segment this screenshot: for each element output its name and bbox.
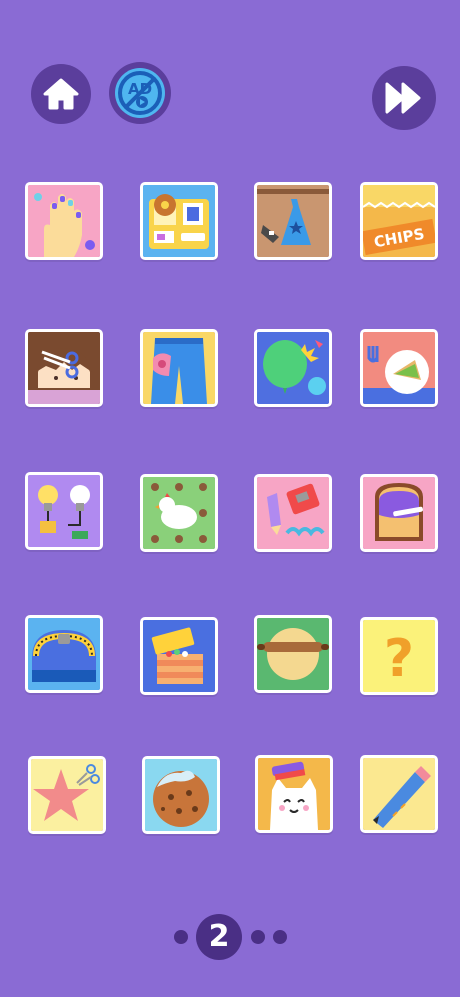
chicken-icon: [143, 477, 215, 549]
current-page: 2: [196, 914, 242, 960]
question-mark: ?: [384, 629, 414, 689]
game-tile-star-cutout[interactable]: [28, 756, 106, 834]
game-tile-treasure-box[interactable]: [140, 617, 218, 695]
no-ads-text: AD: [128, 80, 152, 98]
skip-button[interactable]: [372, 66, 436, 130]
game-tile-hair-cut[interactable]: [25, 329, 103, 407]
rolling-pin-icon: [257, 618, 329, 690]
game-tile-mystery[interactable]: ?: [360, 617, 438, 695]
game-tile-dough-roll[interactable]: [254, 615, 332, 693]
light-bulb-icon: [28, 475, 100, 547]
game-tile-zipper-bag[interactable]: [25, 615, 103, 693]
chips-icon: CHIPS: [363, 185, 435, 257]
game-tile-jeans-patch[interactable]: [140, 329, 218, 407]
game-tile-nail-painting[interactable]: [25, 182, 103, 260]
game-tile-cat-grooming[interactable]: [255, 755, 333, 833]
toast-icon: [363, 477, 435, 549]
painted-hand-icon: [28, 185, 100, 257]
game-tile-light-bulbs[interactable]: [25, 472, 103, 550]
game-tile-balloon-pop[interactable]: [254, 329, 332, 407]
game-tile-lunch-box[interactable]: [140, 182, 218, 260]
cat-brush-icon: [258, 758, 330, 830]
sharpener-icon: [257, 477, 329, 549]
scissors-hair-icon: [28, 332, 100, 404]
no-ads-icon: AD: [115, 68, 165, 118]
blue-dress-icon: [257, 185, 329, 257]
star-scissors-icon: [31, 759, 103, 831]
page-dot-3[interactable]: [251, 930, 265, 944]
jeans-icon: [143, 332, 215, 404]
home-icon: [43, 78, 79, 110]
game-tile-pencil-sharpener[interactable]: [254, 474, 332, 552]
fast-forward-icon: [385, 82, 421, 114]
game-tile-pen-drawing[interactable]: [360, 755, 438, 833]
game-tile-sandwich-plate[interactable]: [360, 329, 438, 407]
zipper-icon: [28, 618, 100, 690]
game-tile-jam-toast[interactable]: [360, 474, 438, 552]
pen-icon: [363, 758, 435, 830]
home-button[interactable]: [31, 64, 91, 124]
box-icon: [143, 620, 215, 692]
cookie-icon: [145, 759, 217, 831]
page-dot-4[interactable]: [273, 930, 287, 944]
page-indicator: 2: [0, 914, 460, 960]
no-ads-button[interactable]: AD: [109, 62, 171, 124]
sandwich-icon: [363, 332, 435, 404]
balloon-icon: [257, 332, 329, 404]
game-tile-chips-bag[interactable]: CHIPS: [360, 182, 438, 260]
lunch-tray-icon: [143, 185, 215, 257]
game-tile-cookie[interactable]: [142, 756, 220, 834]
game-tile-dress-hanger[interactable]: [254, 182, 332, 260]
question-icon: ?: [363, 620, 435, 692]
game-tile-chicken[interactable]: [140, 474, 218, 552]
page-dot-1[interactable]: [174, 930, 188, 944]
